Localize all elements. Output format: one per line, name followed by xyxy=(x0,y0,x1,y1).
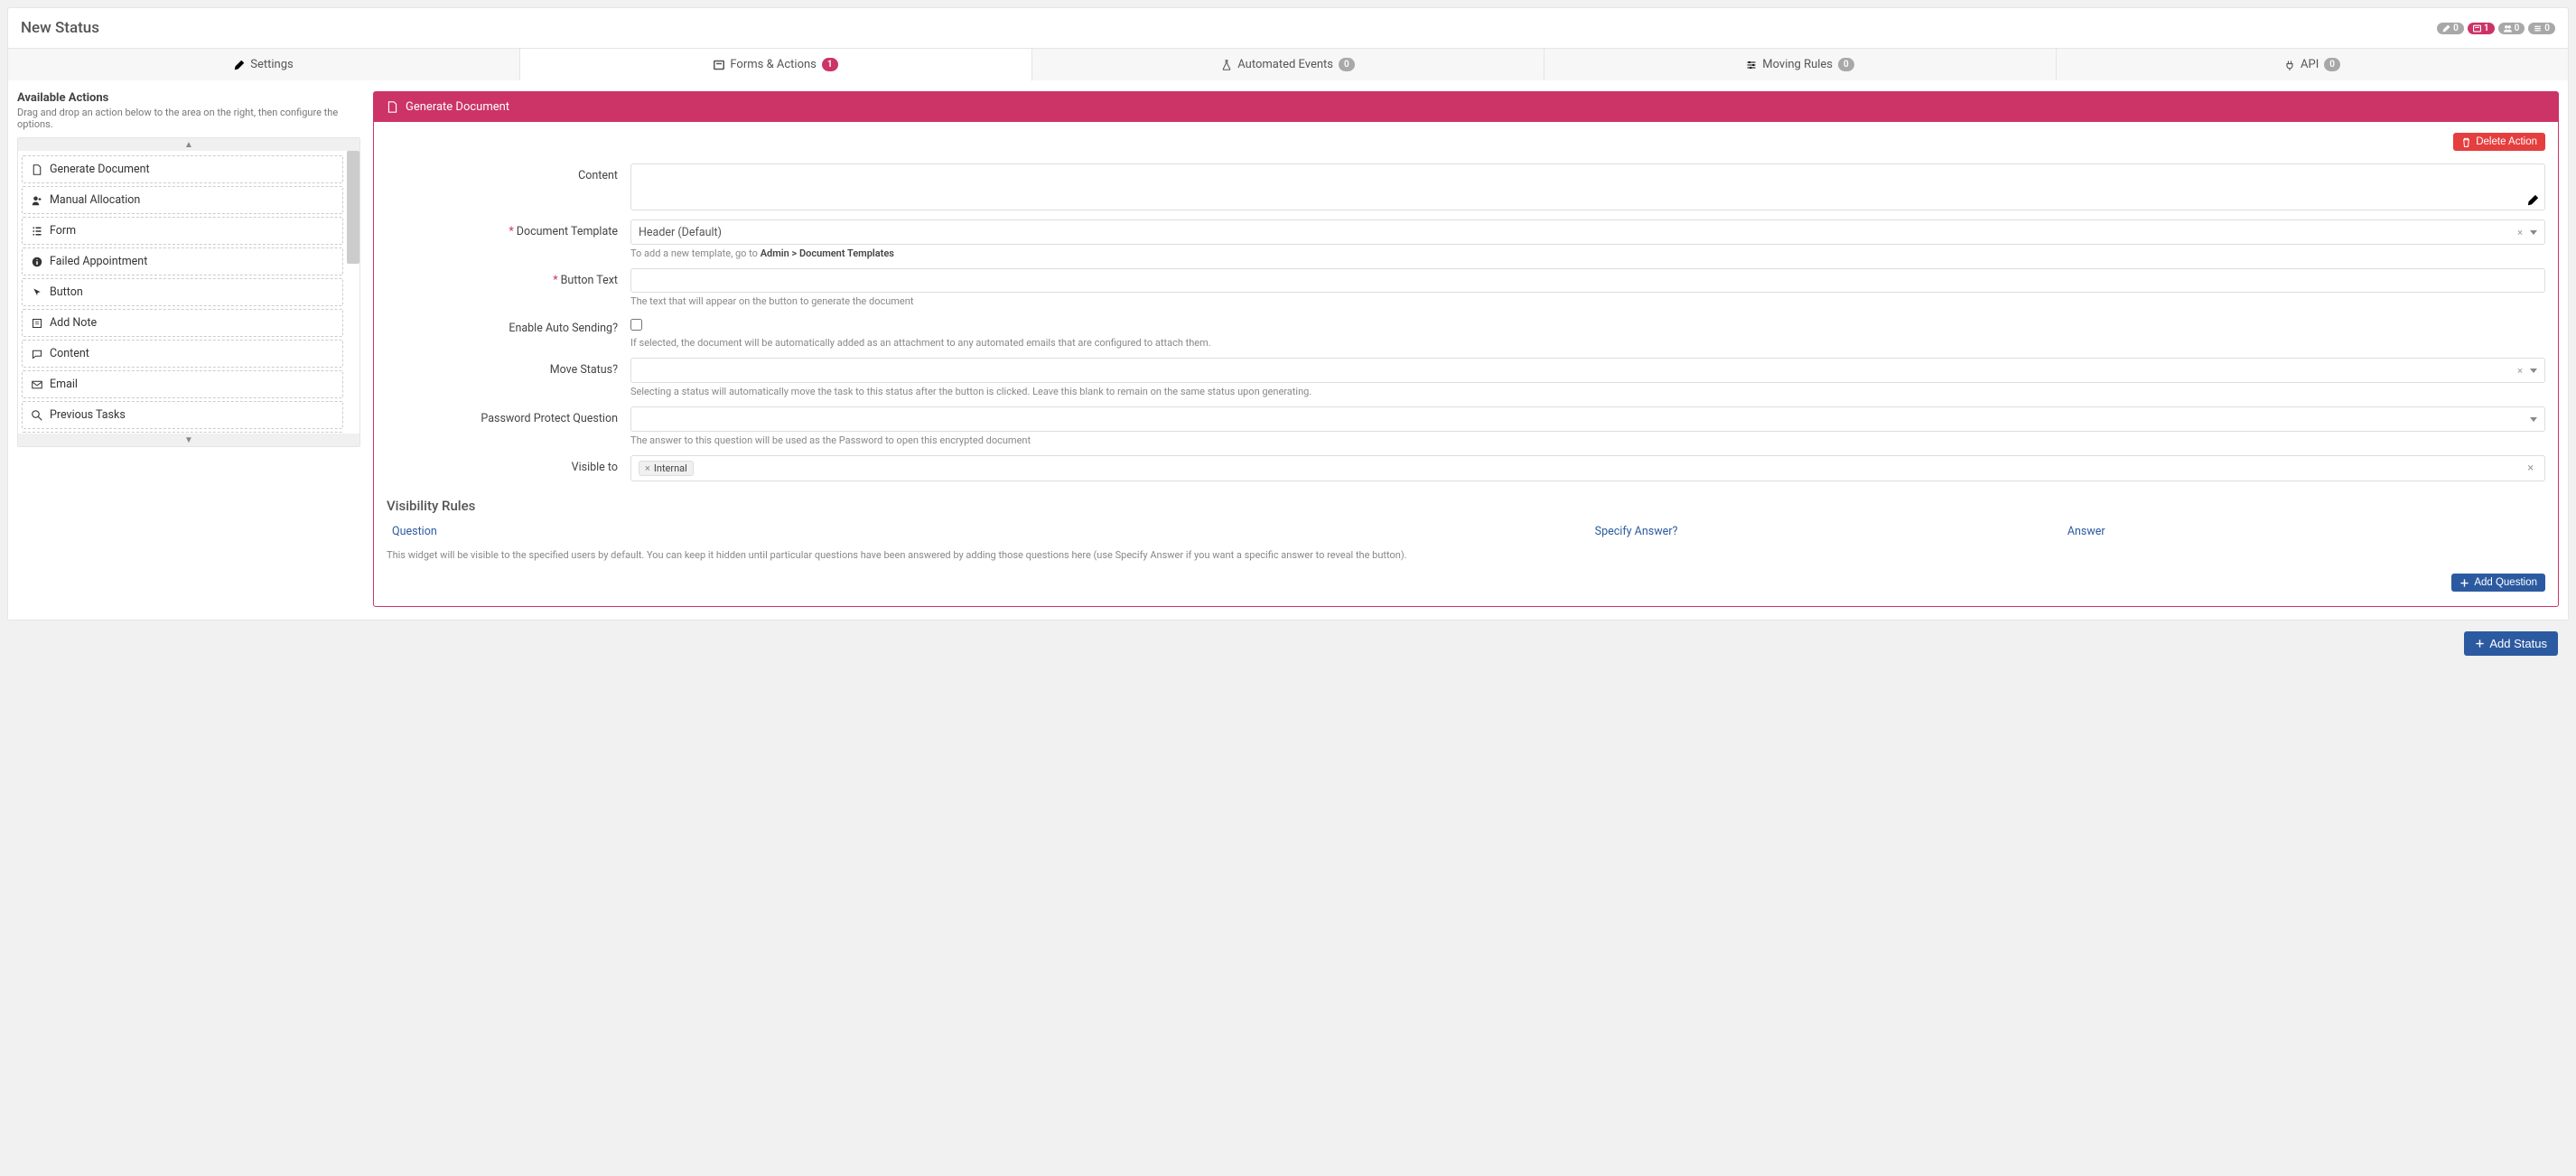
col-specify-answer[interactable]: Specify Answer? xyxy=(1595,525,2067,538)
visible-to-label: Visible to xyxy=(387,455,630,474)
password-select[interactable] xyxy=(630,406,2545,432)
badge-sliders: 0 xyxy=(2528,23,2555,34)
visible-to-select[interactable]: ×Internal × xyxy=(630,455,2545,481)
password-help: The answer to this question will be used… xyxy=(630,434,2545,446)
available-actions-sidebar: Available Actions Drag and drop an actio… xyxy=(17,91,360,607)
button-text-input[interactable] xyxy=(630,268,2545,293)
action-form[interactable]: Form xyxy=(22,217,343,245)
action-generate-document[interactable]: Generate Document xyxy=(22,155,343,183)
action-list-container: ▲ Generate Document Manual Allocation Fo… xyxy=(17,137,360,447)
action-create-child-task[interactable]: Create Child Task xyxy=(22,432,343,434)
template-clear[interactable]: × xyxy=(2517,227,2523,238)
col-question[interactable]: Question xyxy=(392,525,1595,538)
pencil-icon[interactable] xyxy=(2527,194,2539,206)
auto-send-label: Enable Auto Sending? xyxy=(387,316,630,335)
tab-moving-rules[interactable]: Moving Rules0 xyxy=(1545,49,2057,80)
tabs: Settings Forms & Actions1 Automated Even… xyxy=(8,48,2568,80)
delete-action-button[interactable]: Delete Action xyxy=(2453,133,2545,151)
template-select[interactable]: Header (Default) × xyxy=(630,219,2545,245)
header-badges: 0 1 0 0 xyxy=(2437,23,2555,34)
content-input[interactable] xyxy=(630,163,2545,210)
action-list[interactable]: Generate Document Manual Allocation Form… xyxy=(18,151,359,434)
action-previous-tasks[interactable]: Previous Tasks xyxy=(22,401,343,429)
sidebar-hint: Drag and drop an action below to the are… xyxy=(17,107,360,130)
scroll-up-button[interactable]: ▲ xyxy=(18,138,359,151)
visibility-rules-title: Visibility Rules xyxy=(387,498,2545,514)
move-status-help: Selecting a status will automatically mo… xyxy=(630,386,2545,397)
badge-people: 0 xyxy=(2498,23,2525,34)
visibility-rules-help: This widget will be visible to the speci… xyxy=(387,549,2545,561)
plus-icon xyxy=(2459,578,2469,588)
card-header: New Status 0 1 0 0 xyxy=(8,8,2568,48)
remove-tag[interactable]: × xyxy=(645,462,650,474)
button-text-help: The text that will appear on the button … xyxy=(630,295,2545,307)
badge-pencil: 0 xyxy=(2437,23,2464,34)
action-failed-appointment[interactable]: Failed Appointment xyxy=(22,247,343,275)
page-title: New Status xyxy=(21,19,99,37)
action-manual-allocation[interactable]: Manual Allocation xyxy=(22,186,343,214)
chevron-down-icon[interactable] xyxy=(2530,369,2537,373)
file-icon xyxy=(387,101,398,113)
plus-icon xyxy=(2475,639,2485,649)
tab-settings[interactable]: Settings xyxy=(8,49,520,80)
tab-automated-events[interactable]: Automated Events0 xyxy=(1032,49,1545,80)
content-label: Content xyxy=(387,163,630,182)
button-text-label: *Button Text xyxy=(387,268,630,287)
auto-send-help: If selected, the document will be automa… xyxy=(630,337,2545,349)
password-label: Password Protect Question xyxy=(387,406,630,425)
tab-forms-actions[interactable]: Forms & Actions1 xyxy=(520,49,1032,81)
tab-api[interactable]: API0 xyxy=(2057,49,2568,80)
move-status-label: Move Status? xyxy=(387,358,630,377)
action-button[interactable]: Button xyxy=(22,278,343,306)
move-status-select[interactable]: × xyxy=(630,358,2545,383)
trash-icon xyxy=(2461,137,2471,147)
action-email[interactable]: Email xyxy=(22,370,343,398)
action-config-panel: Generate Document Delete Action Content xyxy=(373,91,2559,607)
move-status-clear[interactable]: × xyxy=(2517,365,2523,377)
scroll-down-button[interactable]: ▼ xyxy=(18,434,359,446)
action-content[interactable]: Content xyxy=(22,340,343,368)
add-status-button[interactable]: Add Status xyxy=(2464,631,2558,656)
status-card: New Status 0 1 0 0 Settings Forms & Acti… xyxy=(7,7,2569,621)
sidebar-title: Available Actions xyxy=(17,91,360,105)
auto-send-checkbox[interactable] xyxy=(630,319,642,331)
badge-content: 1 xyxy=(2468,23,2495,34)
chevron-down-icon[interactable] xyxy=(2530,230,2537,235)
visibility-rules-section: Visibility Rules Question Specify Answer… xyxy=(387,498,2545,592)
visibility-rules-columns: Question Specify Answer? Answer xyxy=(387,521,2545,542)
add-question-button[interactable]: Add Question xyxy=(2451,574,2545,592)
panel-header: Generate Document xyxy=(374,92,2558,122)
template-label: *Document Template xyxy=(387,219,630,238)
visible-to-tag: ×Internal xyxy=(639,461,694,476)
visible-to-clear-all[interactable]: × xyxy=(2524,462,2537,475)
col-answer[interactable]: Answer xyxy=(2067,525,2540,538)
action-add-note[interactable]: Add Note xyxy=(22,309,343,337)
chevron-down-icon[interactable] xyxy=(2530,417,2537,422)
template-help: To add a new template, go to Admin > Doc… xyxy=(630,247,2545,259)
